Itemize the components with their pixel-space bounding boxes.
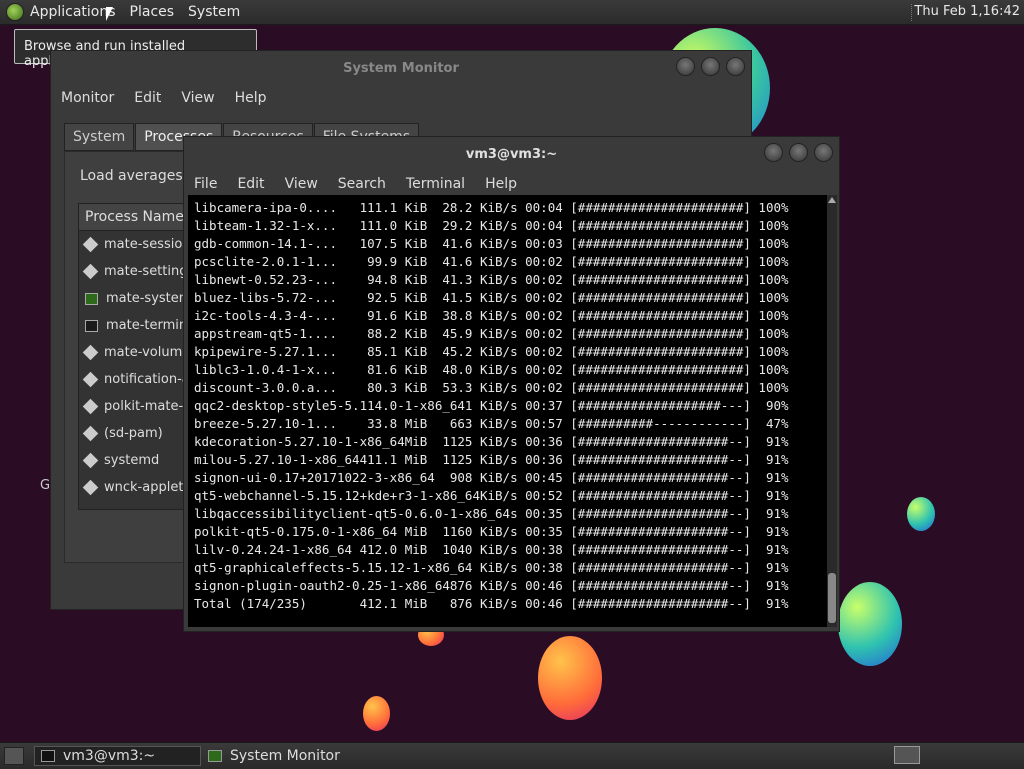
terminal-line: qt5-webchannel-5.15.12+kde+r3-1-x86_64Ki…	[194, 488, 789, 503]
minimize-button[interactable]	[676, 57, 695, 76]
terminal-menubar: File Edit View Search Terminal Help	[184, 171, 839, 197]
terminal-line: appstream-qt5-1.... 88.2 KiB 45.9 KiB/s …	[194, 326, 789, 341]
menu-system[interactable]: System	[188, 4, 240, 20]
system-monitor-titlebar[interactable]: System Monitor	[51, 51, 751, 85]
terminal-line: libqaccessibilityclient-qt5-0.6.0-1-x86_…	[194, 506, 789, 521]
terminal-line: pcsclite-2.0.1-1... 99.9 KiB 41.6 KiB/s …	[194, 254, 789, 269]
maximize-button[interactable]	[789, 143, 808, 162]
terminal-line: libnewt-0.52.23-... 94.8 KiB 41.3 KiB/s …	[194, 272, 789, 287]
terminal-line: qt5-graphicaleffects-5.15.12-1-x86_64 Ki…	[194, 560, 789, 575]
process-name: mate-termina	[106, 318, 196, 333]
terminal-line: libteam-1.32-1-x... 111.0 KiB 29.2 KiB/s…	[194, 218, 789, 233]
process-name: mate-session	[104, 237, 191, 252]
process-name: notification-a	[104, 372, 190, 387]
process-icon	[82, 398, 99, 415]
process-icon	[82, 236, 99, 253]
terminal-line: kpipewire-5.27.1... 85.1 KiB 45.2 KiB/s …	[194, 344, 789, 359]
maximize-button[interactable]	[701, 57, 720, 76]
process-name: (sd-pam)	[104, 426, 163, 441]
process-icon	[82, 425, 99, 442]
menu-edit[interactable]: Edit	[134, 90, 161, 106]
menu-places[interactable]: Places	[130, 4, 175, 20]
process-name: mate-volume	[104, 345, 191, 360]
system-monitor-icon	[208, 750, 222, 762]
process-icon	[82, 452, 99, 469]
terminal-line: signon-plugin-oauth2-0.25-1-x86_64876 Ki…	[194, 578, 789, 593]
menu-search[interactable]: Search	[338, 176, 386, 192]
wallpaper-bubble	[838, 582, 902, 666]
terminal-icon	[41, 750, 55, 762]
menu-view[interactable]: View	[285, 176, 318, 192]
show-desktop-icon[interactable]	[4, 747, 24, 765]
terminal-line: qqc2-desktop-style5-5.114.0-1-x86_641 Ki…	[194, 398, 789, 413]
terminal-scrollbar[interactable]	[827, 195, 837, 627]
process-name: wnck-applet	[104, 480, 184, 495]
terminal-line: gdb-common-14.1-... 107.5 KiB 41.6 KiB/s…	[194, 236, 789, 251]
system-monitor-icon	[85, 292, 98, 305]
window-title: vm3@vm3:~	[465, 146, 558, 162]
menu-terminal[interactable]: Terminal	[406, 176, 465, 192]
terminal-line: lilv-0.24.24-1-x86_64 412.0 MiB 1040 KiB…	[194, 542, 789, 557]
menu-help[interactable]: Help	[485, 176, 517, 192]
process-icon	[82, 479, 99, 496]
terminal-line: breeze-5.27.10-1... 33.8 MiB 663 KiB/s 0…	[194, 416, 789, 431]
process-name: mate-setting	[104, 264, 188, 279]
terminal-icon	[85, 319, 98, 332]
mate-logo-icon[interactable]	[6, 3, 24, 21]
scrollbar-thumb[interactable]	[828, 573, 836, 623]
terminal-line: Total (174/235) 412.1 MiB 876 KiB/s 00:4…	[194, 596, 789, 611]
terminal-line: milou-5.27.10-1-x86_64411.1 MiB 1125 KiB…	[194, 452, 789, 467]
taskbar-item-terminal[interactable]: vm3@vm3:~	[34, 746, 201, 766]
minimize-button[interactable]	[764, 143, 783, 162]
scroll-up-icon[interactable]	[828, 197, 836, 203]
menu-edit[interactable]: Edit	[237, 176, 264, 192]
terminal-line: libcamera-ipa-0.... 111.1 KiB 28.2 KiB/s…	[194, 200, 789, 215]
menu-view[interactable]: View	[181, 90, 214, 106]
process-name: systemd	[104, 453, 160, 468]
terminal-window[interactable]: vm3@vm3:~ File Edit View Search Terminal…	[183, 136, 840, 632]
mouse-cursor-icon	[106, 7, 113, 21]
bottom-panel: vm3@vm3:~ System Monitor	[0, 742, 1024, 769]
menu-applications[interactable]: Applications	[30, 4, 116, 20]
process-icon	[82, 371, 99, 388]
tab-system[interactable]: System	[64, 123, 135, 151]
menu-help[interactable]: Help	[235, 90, 267, 106]
wallpaper-bubble	[907, 497, 935, 531]
wallpaper-bubble	[538, 636, 602, 720]
terminal-line: liblc3-1.0.4-1-x... 81.6 KiB 48.0 KiB/s …	[194, 362, 789, 377]
menu-file[interactable]: File	[194, 176, 217, 192]
process-name: polkit-mate-a	[104, 399, 192, 414]
terminal-output[interactable]: libcamera-ipa-0.... 111.1 KiB 28.2 KiB/s…	[188, 195, 829, 627]
process-icon	[82, 344, 99, 361]
terminal-line: i2c-tools-4.3-4-... 91.6 KiB 38.8 KiB/s …	[194, 308, 789, 323]
wallpaper-bubble	[363, 696, 390, 731]
close-button[interactable]	[814, 143, 833, 162]
terminal-line: bluez-libs-5.72-... 92.5 KiB 41.5 KiB/s …	[194, 290, 789, 305]
close-button[interactable]	[726, 57, 745, 76]
process-icon	[82, 263, 99, 280]
terminal-line: signon-ui-0.17+20171022-3-x86_64 908 KiB…	[194, 470, 789, 485]
menu-monitor[interactable]: Monitor	[61, 90, 114, 106]
window-title: System Monitor	[343, 60, 459, 76]
partial-label: G	[40, 478, 51, 493]
terminal-line: discount-3.0.0.a... 80.3 KiB 53.3 KiB/s …	[194, 380, 789, 395]
taskbar-item-label: vm3@vm3:~	[63, 748, 156, 764]
terminal-line: polkit-qt5-0.175.0-1-x86_64 MiB 1160 KiB…	[194, 524, 789, 539]
system-monitor-menubar: Monitor Edit View Help	[51, 85, 751, 111]
terminal-line: kdecoration-5.27.10-1-x86_64MiB 1125 KiB…	[194, 434, 789, 449]
taskbar-item-system-monitor[interactable]: System Monitor	[202, 746, 382, 766]
process-name: mate-system	[106, 291, 192, 306]
workspace-switcher[interactable]	[894, 746, 920, 764]
terminal-titlebar[interactable]: vm3@vm3:~	[184, 137, 839, 171]
top-panel: Applications Places System Thu Feb 1,16:…	[0, 0, 1024, 25]
clock[interactable]: Thu Feb 1,16:42	[914, 4, 1020, 19]
taskbar-item-label: System Monitor	[230, 748, 340, 764]
terminal-lines: libcamera-ipa-0.... 111.1 KiB 28.2 KiB/s…	[188, 195, 829, 613]
